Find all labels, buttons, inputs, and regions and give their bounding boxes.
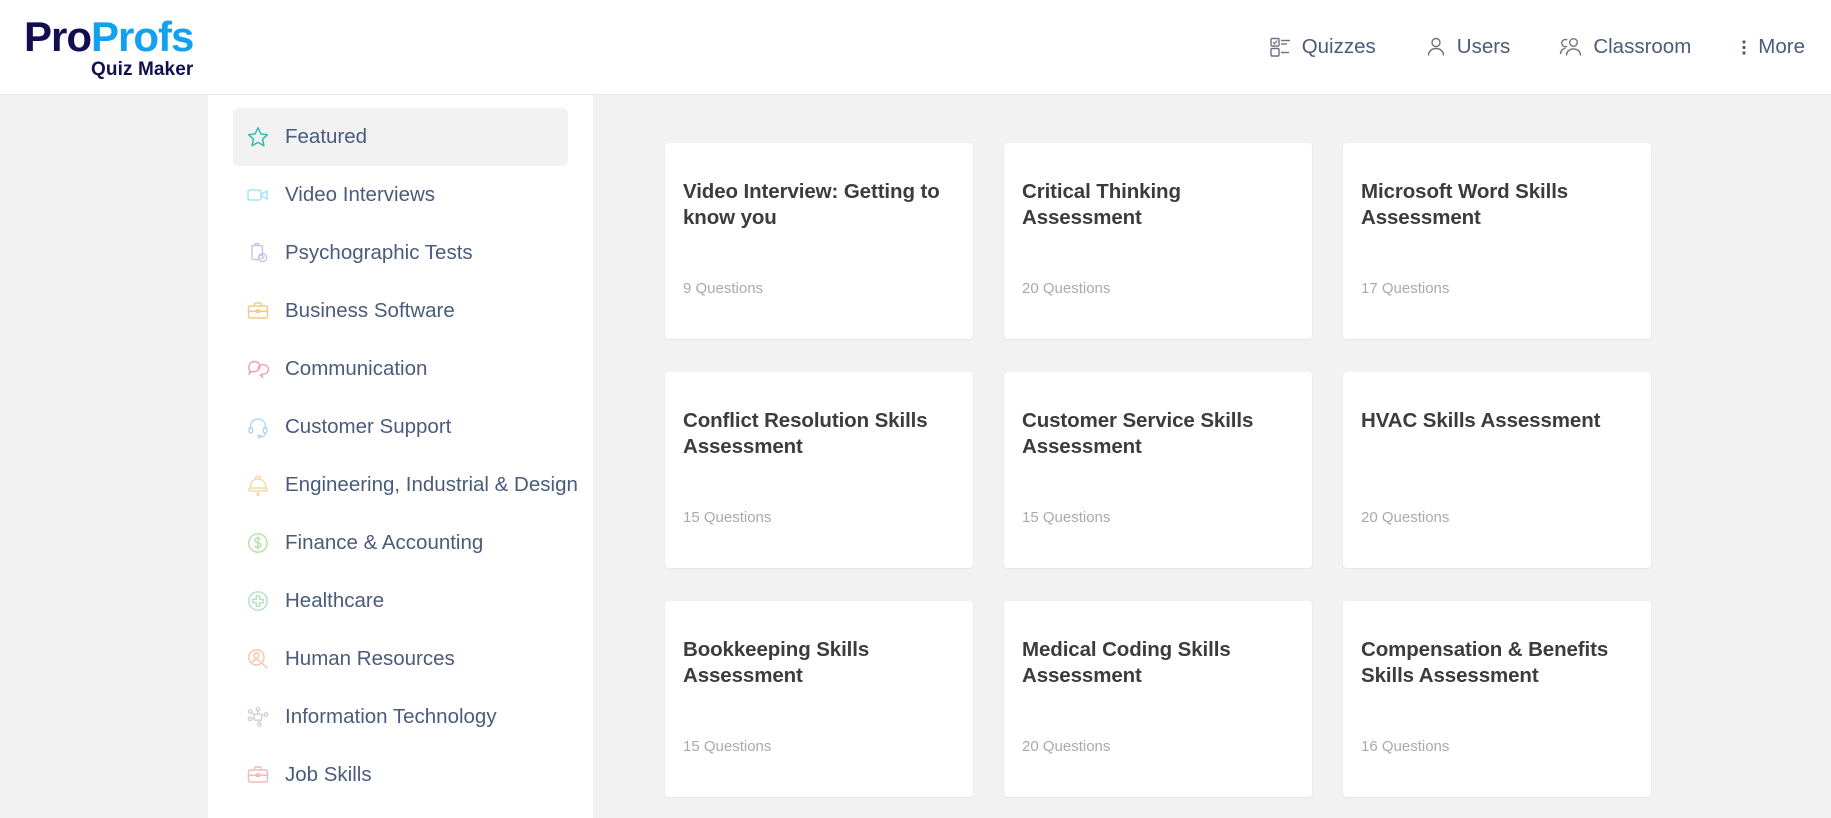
assessment-card[interactable]: Compensation & Benefits Skills Assessmen… [1343,601,1651,797]
card-title: Critical Thinking Assessment [1022,180,1181,230]
sidebar-item-business-software[interactable]: Business Software [233,282,568,340]
primary-navigation: Quizzes Users Classroom More [1225,29,1809,65]
card-question-count: 17 Questions [1361,280,1450,297]
card-title: Conflict Resolution Skills Assessment [683,409,928,459]
assessment-card[interactable]: Medical Coding Skills Assessment 20 Ques… [1004,601,1312,797]
card-title: Compensation & Benefits Skills Assessmen… [1361,638,1609,688]
sidebar-label-engineering: Engineering, Industrial & Design [285,473,578,496]
assessment-grid-area: Video Interview: Getting to know you 9 Q… [665,95,1765,797]
assessment-card[interactable]: Bookkeeping Skills Assessment 15 Questio… [665,601,973,797]
user-icon [1424,35,1448,59]
nav-label-classroom: Classroom [1593,35,1692,58]
card-question-count: 15 Questions [683,509,772,526]
card-title: Medical Coding Skills Assessment [1022,638,1231,688]
sidebar-scroll-area[interactable]: Featured Video Interviews Psychographic … [208,108,593,818]
nav-item-classroom[interactable]: Classroom [1554,29,1695,65]
assessment-card[interactable]: Microsoft Word Skills Assessment 17 Ques… [1343,143,1651,339]
card-question-count: 20 Questions [1022,280,1111,297]
nav-item-users[interactable]: Users [1420,29,1515,65]
checklist-icon [1269,35,1293,59]
assessment-card[interactable]: Video Interview: Getting to know you 9 Q… [665,143,973,339]
card-title: HVAC Skills Assessment [1361,409,1601,432]
sidebar-item-healthcare[interactable]: Healthcare [233,572,568,630]
sidebar-label-finance-accounting: Finance & Accounting [285,531,484,554]
video-camera-icon [245,182,271,208]
sidebar-label-information-technology: Information Technology [285,705,497,728]
sidebar-item-customer-support[interactable]: Customer Support [233,398,568,456]
nav-label-users: Users [1456,35,1511,58]
card-question-count: 15 Questions [683,738,772,755]
nav-item-more[interactable]: More [1735,29,1809,65]
card-question-count: 15 Questions [1022,509,1111,526]
card-title: Microsoft Word Skills Assessment [1361,180,1569,230]
users-group-icon [1558,35,1584,59]
sidebar-item-featured[interactable]: Featured [233,108,568,166]
dollar-circle-icon [245,530,271,556]
card-question-count: 9 Questions [683,280,764,297]
card-title: Bookkeeping Skills Assessment [683,638,870,688]
assessment-card[interactable]: Critical Thinking Assessment 20 Question… [1004,143,1312,339]
logo-text-profs: Profs [91,12,194,60]
nav-label-more: More [1758,35,1805,58]
assessment-card[interactable]: HVAC Skills Assessment 20 Questions [1343,372,1651,568]
card-title: Video Interview: Getting to know you [683,180,940,230]
briefcase-icon [245,762,271,788]
sidebar-label-business-software: Business Software [285,299,455,322]
sidebar-item-human-resources[interactable]: Human Resources [233,630,568,688]
briefcase-icon [245,298,271,324]
category-sidebar: Featured Video Interviews Psychographic … [208,95,593,818]
sidebar-label-featured: Featured [285,125,368,148]
medical-cross-icon [245,588,271,614]
sidebar-label-psychographic-tests: Psychographic Tests [285,241,473,264]
page-body: Featured Video Interviews Psychographic … [0,95,1831,818]
network-nodes-icon [245,704,271,730]
card-question-count: 20 Questions [1361,509,1450,526]
headset-icon [245,414,271,440]
card-question-count: 16 Questions [1361,738,1450,755]
sidebar-item-communication[interactable]: Communication [233,340,568,398]
app-header: ProProfs Quiz Maker Quizzes Users Classr… [0,0,1831,95]
sidebar-label-customer-support: Customer Support [285,415,452,438]
sidebar-label-healthcare: Healthcare [285,589,385,612]
sidebar-item-psychographic-tests[interactable]: Psychographic Tests [233,224,568,282]
sidebar-label-communication: Communication [285,357,428,380]
sidebar-label-job-skills: Job Skills [285,763,372,786]
star-icon [245,124,271,150]
assessment-card[interactable]: Customer Service Skills Assessment 15 Qu… [1004,372,1312,568]
clipboard-check-icon [245,240,271,266]
assessment-card-grid: Video Interview: Getting to know you 9 Q… [665,143,1765,797]
sidebar-item-job-skills[interactable]: Job Skills [233,746,568,804]
sidebar-item-video-interviews[interactable]: Video Interviews [233,166,568,224]
sidebar-item-engineering[interactable]: Engineering, Industrial & Design [233,456,578,514]
assessment-card[interactable]: Conflict Resolution Skills Assessment 15… [665,372,973,568]
hard-hat-icon [245,472,271,498]
logo-wordmark: ProProfs [24,12,194,60]
sidebar-item-information-technology[interactable]: Information Technology [233,688,568,746]
card-title: Customer Service Skills Assessment [1022,409,1254,459]
sidebar-label-video-interviews: Video Interviews [285,183,436,206]
person-search-icon [245,646,271,672]
nav-item-quizzes[interactable]: Quizzes [1265,29,1380,65]
sidebar-label-human-resources: Human Resources [285,647,455,670]
logo-text-pro: Pro [24,12,92,60]
chat-bubbles-icon [245,356,271,382]
proprofs-logo[interactable]: ProProfs Quiz Maker [24,12,194,80]
nav-label-quizzes: Quizzes [1301,35,1376,58]
sidebar-item-finance-accounting[interactable]: Finance & Accounting [233,514,568,572]
card-question-count: 20 Questions [1022,738,1111,755]
vertical-dots-icon [1739,35,1749,59]
logo-subtitle: Quiz Maker [91,58,194,80]
